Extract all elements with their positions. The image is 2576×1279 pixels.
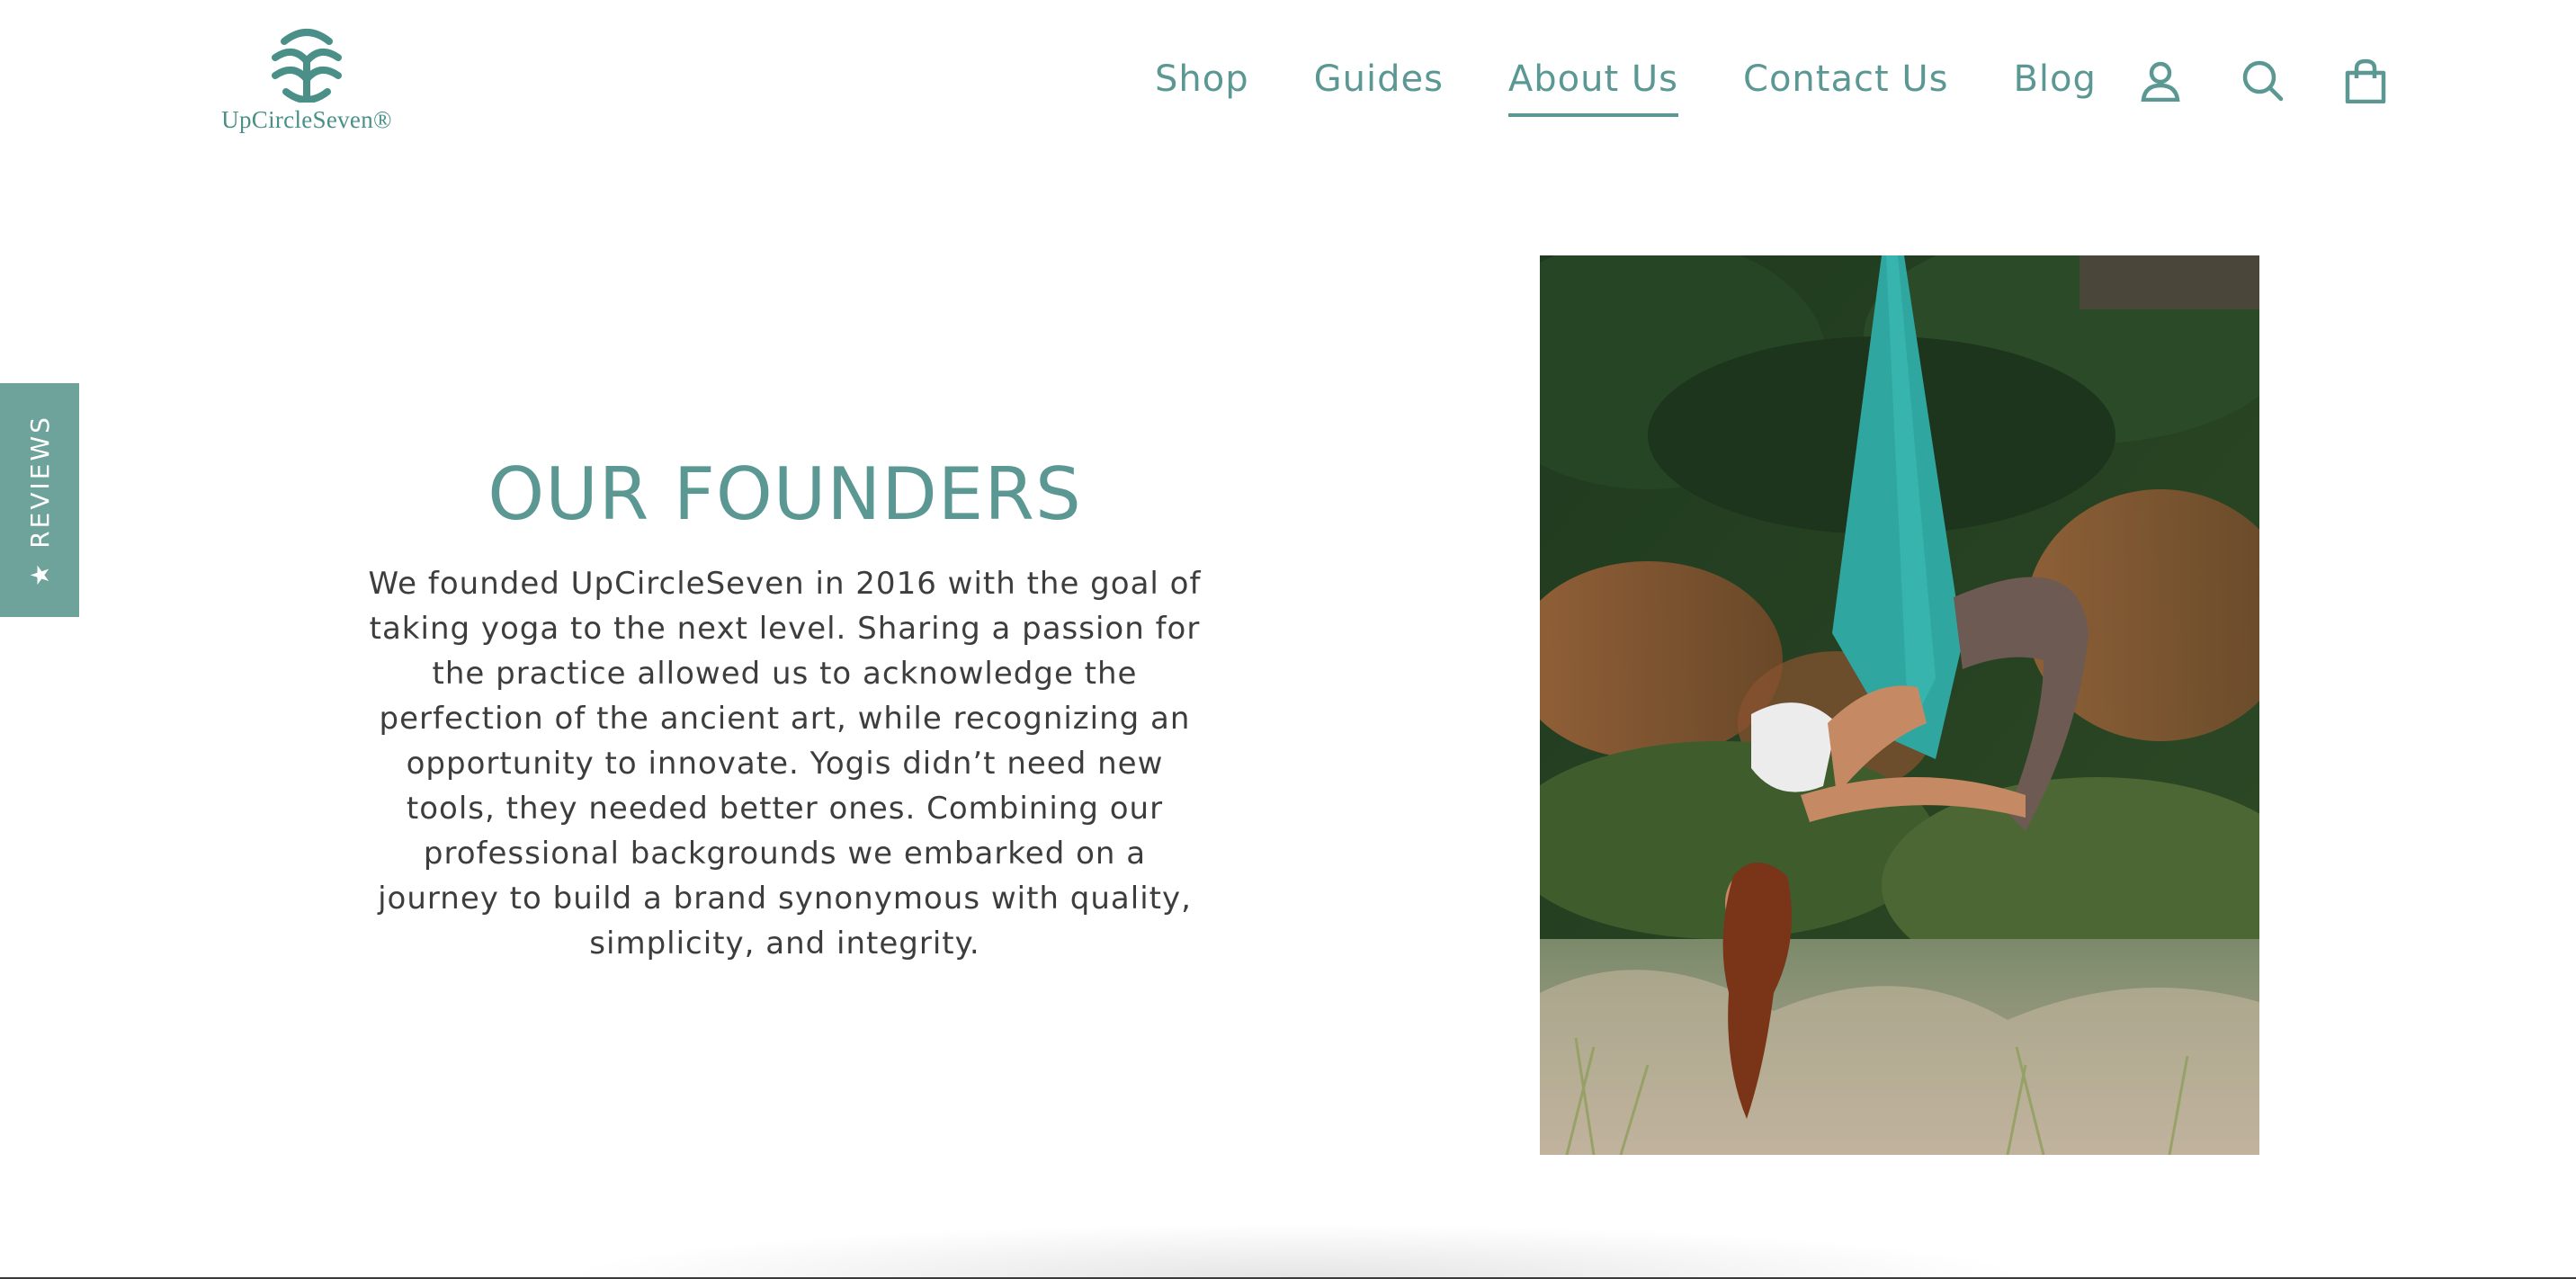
- nav-blog[interactable]: Blog: [2013, 52, 2096, 106]
- founders-description: We founded UpCircleSeven in 2016 with th…: [368, 566, 1202, 961]
- brand-wordmark: UpCircleSeven®: [221, 106, 392, 133]
- search-button[interactable]: [2240, 58, 2286, 104]
- search-icon: [2242, 60, 2284, 102]
- account-button[interactable]: [2137, 58, 2184, 104]
- nav-shop[interactable]: Shop: [1155, 52, 1249, 106]
- nav-about-us[interactable]: About Us: [1507, 52, 1679, 117]
- aerial-yoga-image: [1540, 255, 2259, 1155]
- founders-section: OUR FOUNDERS We founded UpCircleSeven in…: [360, 450, 1210, 966]
- section-shadow: [558, 1223, 2033, 1277]
- founders-heading: OUR FOUNDERS: [487, 452, 1082, 536]
- founder-aerial-yoga-photo: [1540, 255, 2259, 1155]
- brand-logo[interactable]: UpCircleSeven®: [203, 25, 410, 135]
- nav-contact-us[interactable]: Contact Us: [1743, 52, 1948, 106]
- upcircleseven-logo-icon: [272, 29, 342, 103]
- account-icon: [2141, 61, 2180, 102]
- nav-guides[interactable]: Guides: [1314, 52, 1444, 106]
- main-nav: Shop Guides About Us Contact Us Blog: [1155, 52, 2161, 117]
- cart-icon: [2345, 58, 2386, 103]
- site-header: UpCircleSeven® Shop Guides About Us Cont…: [0, 0, 2576, 153]
- reviews-tab-label: REVIEWS: [24, 414, 55, 549]
- reviews-tab[interactable]: ★ REVIEWS: [0, 383, 79, 617]
- cart-button[interactable]: [2342, 58, 2389, 104]
- star-icon: ★: [24, 560, 55, 586]
